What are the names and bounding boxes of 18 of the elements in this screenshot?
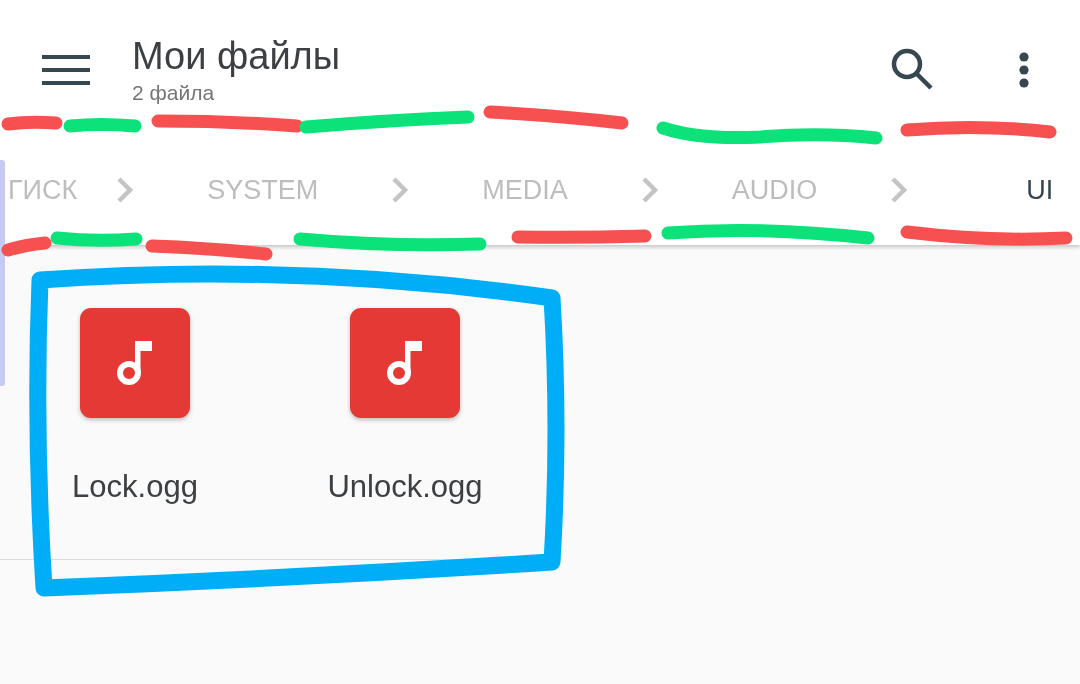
more-options-icon [1017,52,1031,88]
chevron-right-icon [391,176,410,204]
file-count: 2 файла [132,80,216,106]
file-item[interactable]: Unlock.ogg [270,307,540,505]
music-note-icon [79,307,191,419]
breadcrumb[interactable]: SYSTEM [171,168,355,212]
breadcrumb[interactable]: ГИСК [6,168,80,212]
chevron-right-icon [640,176,659,204]
chevron-right-icon [116,176,135,204]
file-item[interactable]: Lock.ogg [0,307,270,505]
music-note-icon [349,307,461,419]
breadcrumb[interactable]: MEDIA [446,168,604,212]
search-icon [891,48,933,90]
chevron-right-icon [890,176,909,204]
menu-icon [42,55,90,85]
breadcrumb[interactable]: UI [945,168,1080,212]
app-title: Мои файлы [132,34,341,79]
breadcrumb[interactable]: AUDIO [695,168,854,212]
